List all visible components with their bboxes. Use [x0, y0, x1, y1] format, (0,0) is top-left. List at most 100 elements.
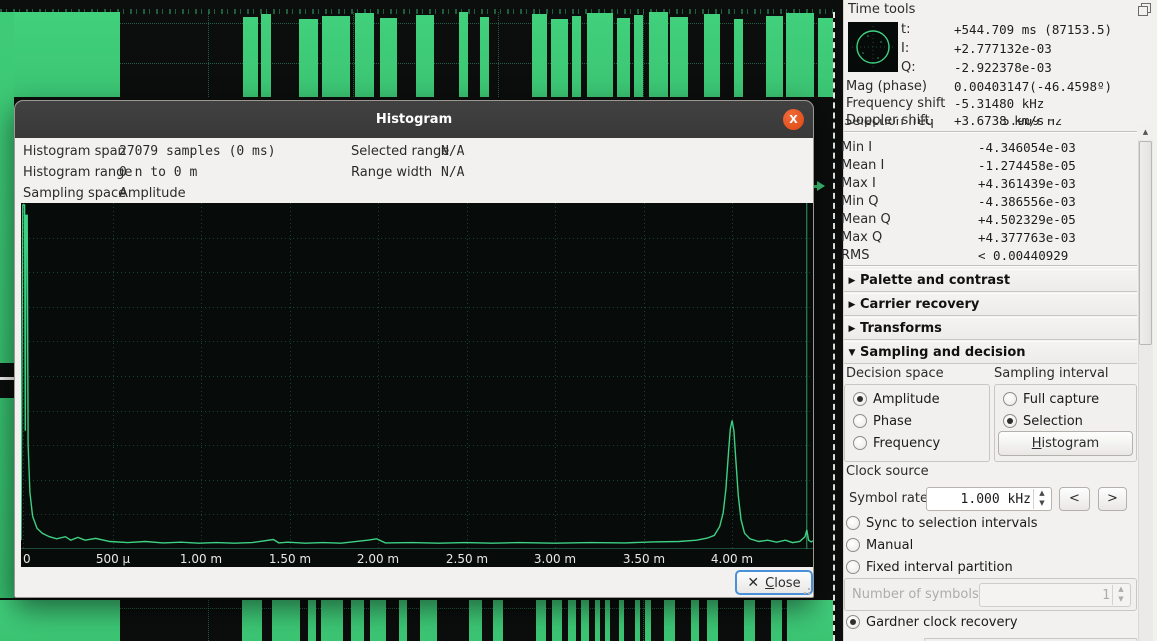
radio-icon[interactable]	[853, 436, 867, 450]
measurement-row: Max Q+4.377763e-03	[844, 229, 1137, 247]
t-value: +544.709 ms (87153.5)	[954, 22, 1112, 37]
measurement-value: -4.386556e-03	[978, 193, 1076, 210]
radio-label: Fixed interval partition	[866, 560, 1013, 575]
measurement-row: Mean Q+4.502329e-05	[844, 211, 1137, 229]
frequency-shift-value: -5.31480 kHz	[954, 96, 1044, 111]
signal-bar	[370, 600, 386, 641]
waveform-left-region	[0, 12, 14, 598]
section-label: Transforms	[860, 321, 942, 336]
measurement-row: RMS< 0.00440929	[844, 247, 1137, 265]
sampling-interval-label: Sampling interval	[994, 366, 1109, 381]
signal-bar	[469, 600, 482, 641]
section-palette-and-contrast[interactable]: ▶Palette and contrast	[844, 269, 1137, 292]
radio-clock-manual[interactable]: Manual	[846, 538, 913, 554]
radio-icon[interactable]	[853, 414, 867, 428]
axis-tick-label: 2.50 m	[446, 552, 488, 566]
signal-bar	[787, 600, 833, 641]
radio-icon[interactable]	[1003, 392, 1017, 406]
measurement-label: Max I	[841, 175, 876, 192]
scrollbar-up-button[interactable]: ▲	[1138, 125, 1153, 140]
signal-bar	[734, 19, 743, 97]
symbol-rate-input[interactable]: 1.000 kHz ▲ ▼	[926, 487, 1052, 511]
separator	[844, 265, 1137, 267]
waveform-gridline	[643, 600, 644, 641]
waveform-gridline	[208, 600, 209, 641]
signal-bar	[532, 14, 547, 97]
measurement-label: RMS	[841, 247, 870, 264]
histogram-button[interactable]: Histogram	[998, 431, 1133, 456]
signal-bar	[634, 15, 643, 97]
measurement-row: Max I +4.361439e-03	[844, 175, 1137, 193]
range-width-label: Range width	[351, 165, 432, 180]
spin-up-icon[interactable]: ▲	[1034, 489, 1050, 499]
radio-clock-sync-to-selection-intervals[interactable]: Sync to selection intervals	[846, 516, 1038, 532]
radio-decision-phase[interactable]: Phase	[853, 414, 912, 430]
histogram-plot[interactable]: 0500 µ1.00 m1.50 m2.00 m2.50 m3.00 m3.50…	[21, 203, 813, 567]
measurement-row: Min I-4.346054e-03	[844, 139, 1137, 157]
selected-range-value: N/A	[441, 144, 464, 159]
measurement-row: Min Q -4.386556e-03	[844, 193, 1137, 211]
radio-decision-frequency[interactable]: Frequency	[853, 436, 940, 452]
radio-icon[interactable]	[846, 560, 860, 574]
radio-icon[interactable]	[846, 516, 860, 530]
signal-bar	[617, 18, 630, 97]
resize-grip[interactable]	[802, 586, 810, 594]
axis-tick-label: 0	[23, 552, 31, 566]
signal-bar	[0, 12, 120, 97]
symbol-rate-prev-button[interactable]: <	[1059, 487, 1090, 511]
close-x-icon: ✕	[747, 575, 759, 591]
radio-decision-amplitude[interactable]: Amplitude	[853, 392, 940, 408]
signal-bar	[587, 13, 613, 97]
scrollbar-thumb[interactable]	[1139, 141, 1152, 345]
number-of-symbols-label: Number of symbols	[852, 587, 979, 602]
spin-down-icon[interactable]: ▼	[1034, 499, 1050, 509]
signal-bar	[707, 600, 718, 641]
signal-bar	[572, 16, 581, 97]
radio-selected-icon[interactable]	[853, 392, 867, 406]
signal-bar	[459, 12, 468, 97]
measurement-value: +4.361439e-03	[978, 175, 1076, 192]
radio-sampling-selection[interactable]: Selection	[1003, 414, 1083, 430]
selection-marker-icon	[817, 181, 825, 191]
measurement-row: Mean I-1.274458e-05	[844, 157, 1137, 175]
histogram-curve	[21, 203, 813, 549]
mag-phase-value: 0.00403147(-46.4598º)	[954, 79, 1112, 94]
dialog-titlebar[interactable]: Histogram X	[15, 101, 813, 138]
section-sampling-and-decision[interactable]: ▼Sampling and decision	[844, 341, 1137, 364]
spin-up-icon: ▲	[1113, 585, 1129, 595]
symbol-rate-next-button[interactable]: >	[1098, 487, 1127, 511]
histogram-plot-area[interactable]	[21, 203, 813, 549]
radio-icon[interactable]	[846, 538, 860, 552]
signal-bar	[399, 600, 407, 641]
q-value: -2.922378e-03	[954, 60, 1052, 75]
radio-gardner-clock-recovery[interactable]: Gardner clock recovery	[846, 615, 1018, 631]
waveform-gridline	[353, 12, 354, 97]
range-width-value: N/A	[441, 165, 464, 180]
radio-sampling-full-capture[interactable]: Full capture	[1003, 392, 1099, 408]
frequency-shift-label: Frequency shift	[846, 96, 945, 111]
radio-selected-icon[interactable]	[846, 615, 860, 629]
panel-title: Time tools	[848, 2, 915, 17]
signal-bar	[480, 17, 489, 97]
measurement-label: Min Q	[841, 193, 878, 210]
t-label: t:	[901, 22, 910, 37]
selection-freq-row-clipped: Selection freq 5.909 Hz	[844, 119, 1134, 130]
signal-bar	[766, 16, 783, 97]
number-of-symbols-group: Number of symbols 1 ▲ ▼	[844, 578, 1137, 611]
sampling-space-label: Sampling space	[23, 186, 126, 201]
dialog-close-button[interactable]: X	[783, 109, 804, 130]
radio-label: Sync to selection intervals	[866, 516, 1038, 531]
radio-clock-fixed-interval-partition[interactable]: Fixed interval partition	[846, 560, 1013, 576]
radio-label: Manual	[866, 538, 913, 553]
float-panel-button[interactable]	[1138, 3, 1153, 17]
section-carrier-recovery[interactable]: ▶Carrier recovery	[844, 293, 1137, 316]
axis-tick-label: 500 µ	[96, 552, 130, 566]
axis-tick-label: 3.00 m	[534, 552, 576, 566]
signal-bar	[493, 600, 503, 641]
section-transforms[interactable]: ▶Transforms	[844, 317, 1137, 340]
radio-selected-icon[interactable]	[1003, 414, 1017, 428]
signal-bar	[299, 19, 318, 97]
i-value: +2.777132e-03	[954, 41, 1052, 56]
signal-bar	[635, 600, 640, 641]
waveform-gridline	[498, 12, 499, 97]
